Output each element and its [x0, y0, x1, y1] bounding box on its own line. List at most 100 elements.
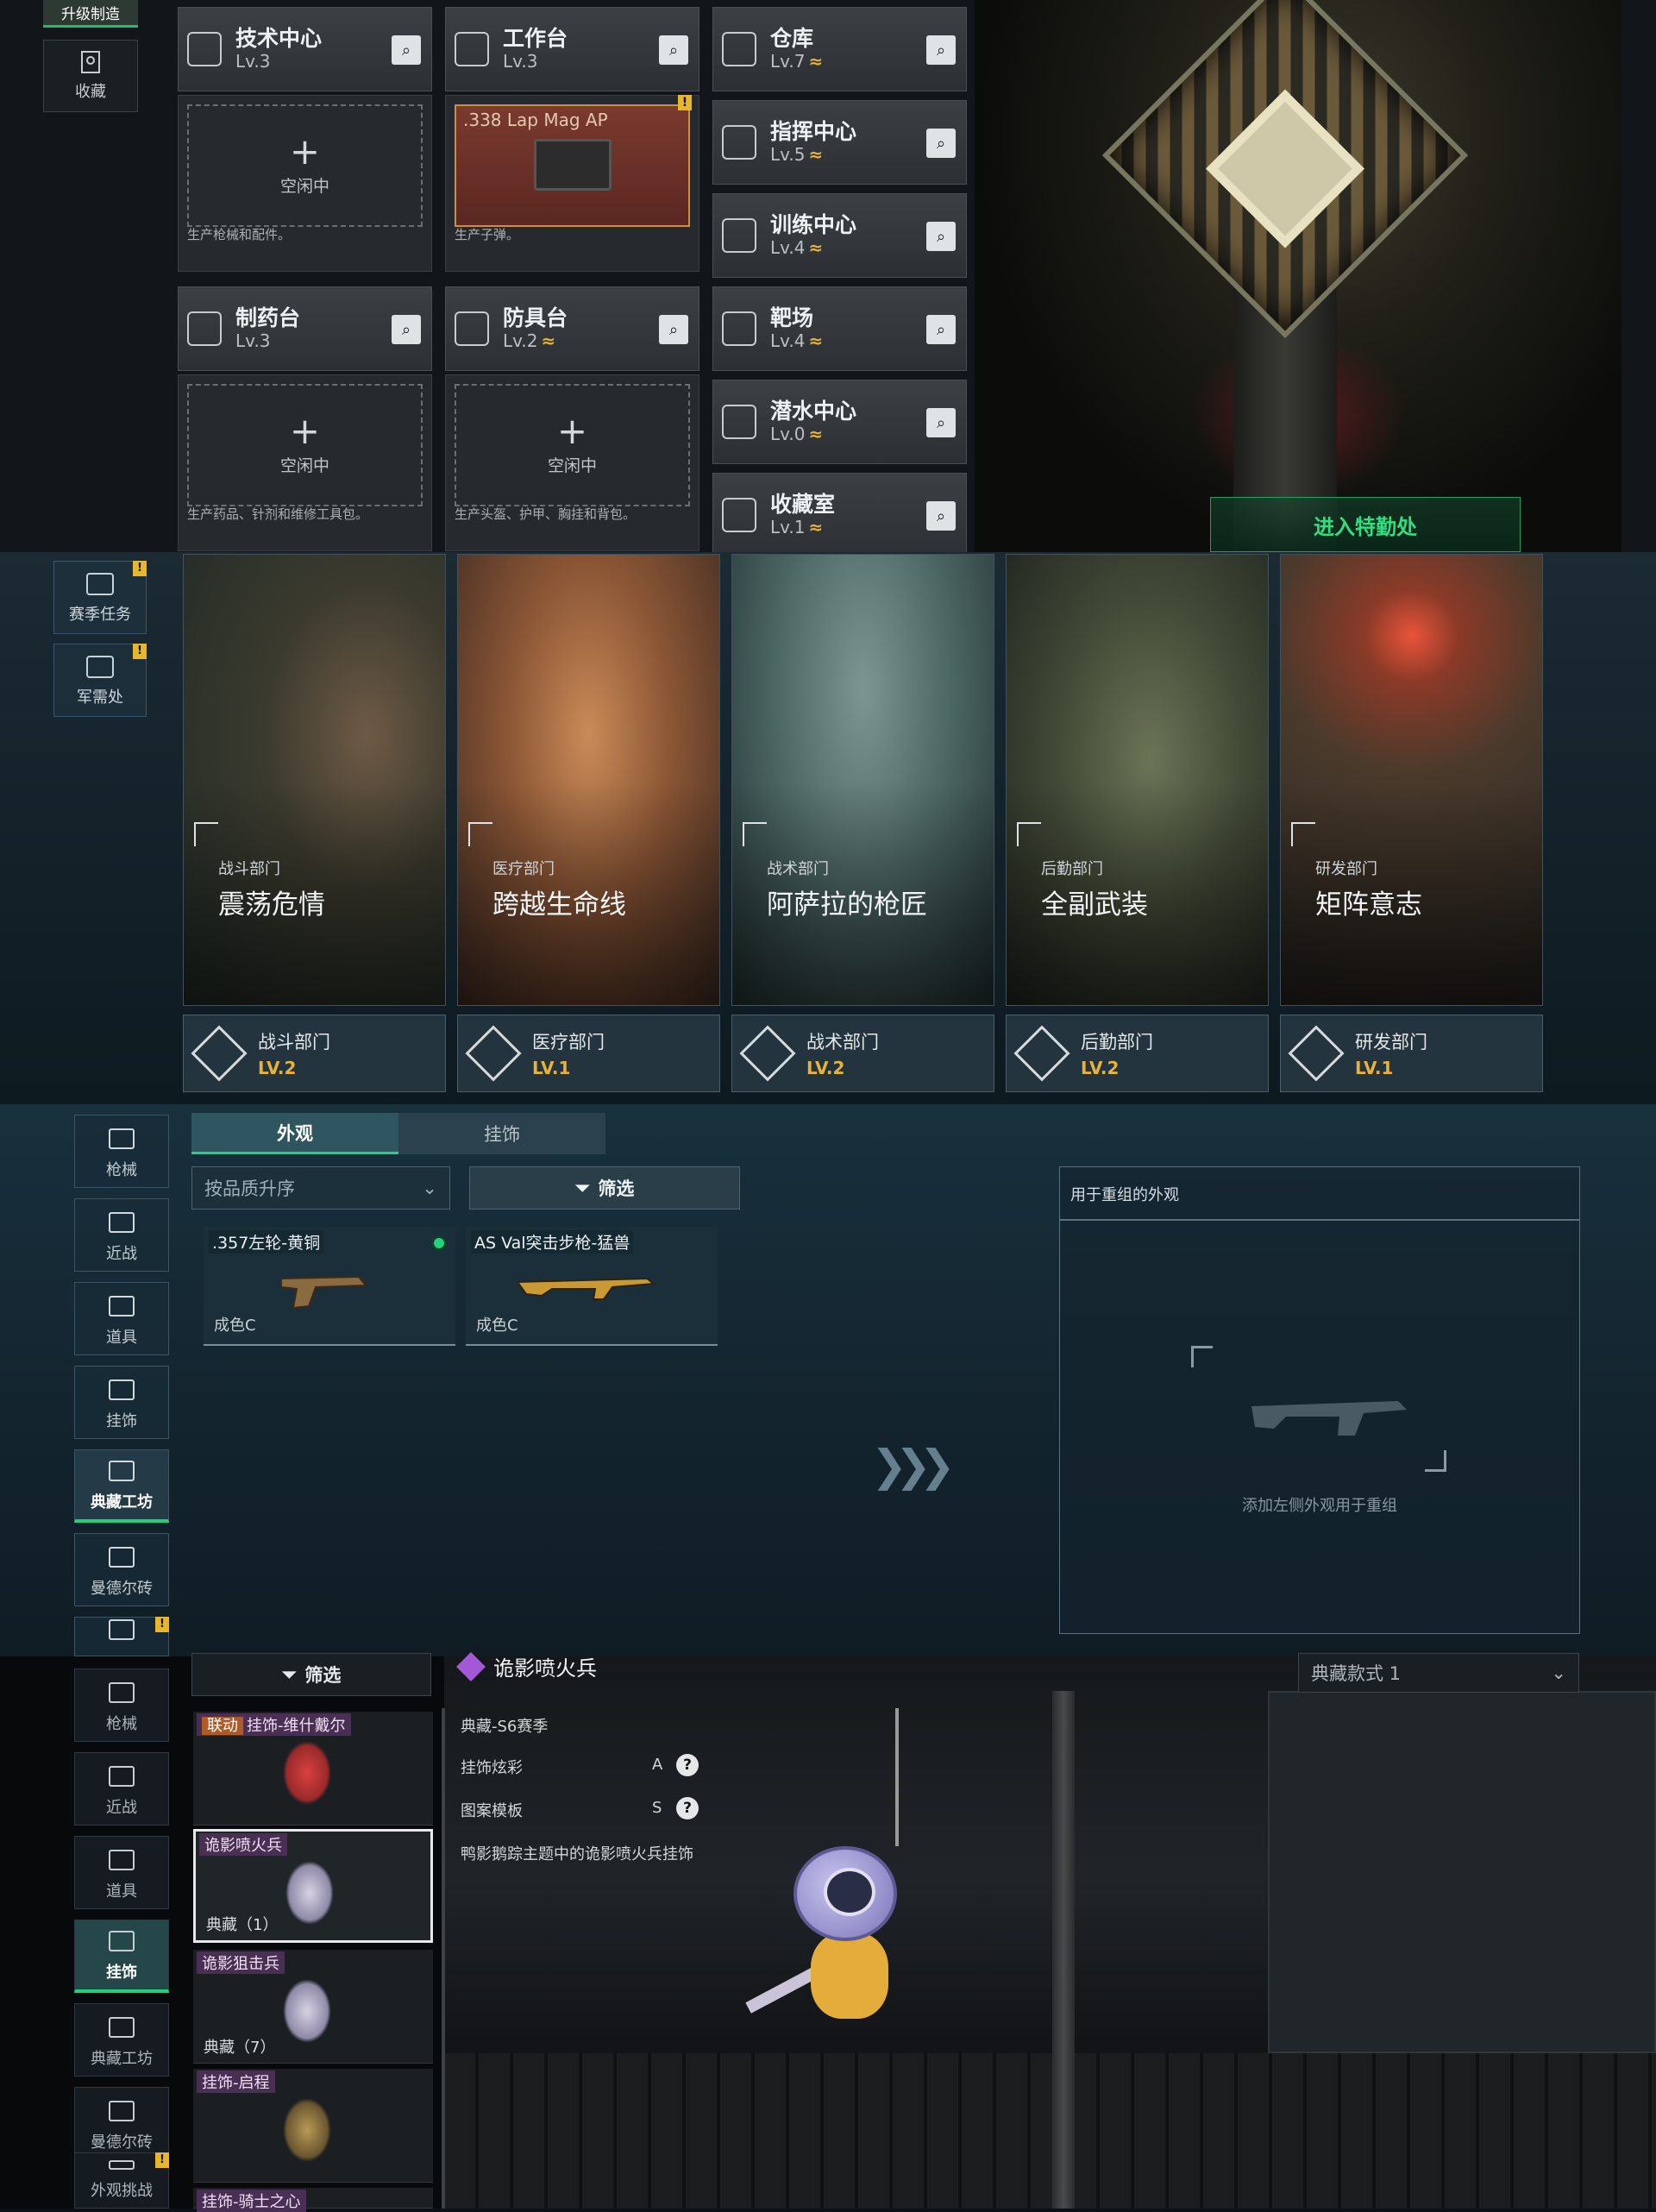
nav-items[interactable]: 道具 — [74, 1282, 169, 1355]
season-tasks-button[interactable]: 赛季任务 ! — [53, 561, 147, 634]
pendant-3d-preview[interactable] — [745, 1708, 914, 2062]
card-title: 震荡危情 — [218, 889, 325, 921]
search-icon[interactable]: ⌕ — [926, 408, 956, 437]
facility-name: 训练中心 — [770, 212, 857, 237]
tab-appearance[interactable]: 外观 — [191, 1113, 398, 1154]
facility-name: 靶场 — [770, 305, 814, 330]
upgrade-arrows-icon: ≈ — [808, 237, 824, 258]
nav-mandel-brick[interactable]: 曼德尔砖 — [74, 1533, 169, 1606]
facility-tech-center[interactable]: 技术中心 Lv.3 ⌕ — [178, 7, 432, 91]
facility-armor-bench[interactable]: 防具台 Lv.2 ≈ ⌕ — [445, 286, 699, 371]
favorites-button[interactable]: 收藏 — [43, 40, 138, 112]
nav-pendants[interactable]: 挂饰 — [74, 1920, 169, 1993]
sort-select[interactable]: 按品质升序 ⌄ — [191, 1166, 450, 1210]
department-combat[interactable]: 战斗部门 LV.2 — [183, 1015, 446, 1092]
warehouse-icon — [722, 32, 756, 66]
nav-mandel-brick[interactable]: 曼德尔砖 — [74, 2087, 169, 2160]
pendant-name: 挂饰-骑士之心 — [197, 2190, 306, 2212]
pendant-image — [283, 2098, 331, 2162]
pendant-image — [283, 1979, 331, 2043]
department-logistics[interactable]: 后勤部门 LV.2 — [1006, 1015, 1269, 1092]
facility-diving-center[interactable]: 潜水中心 Lv.0 ≈ ⌕ — [712, 380, 967, 464]
help-icon[interactable]: ? — [676, 1754, 699, 1776]
search-icon[interactable]: ⌕ — [659, 315, 688, 344]
tab-pendant[interactable]: 挂饰 — [398, 1113, 605, 1154]
nav-melee[interactable]: 近战 — [74, 1198, 169, 1272]
rifle-silhouette-icon — [1251, 1401, 1407, 1436]
nav-firearms[interactable]: 枪械 — [74, 1115, 169, 1188]
search-icon[interactable]: ⌕ — [926, 222, 956, 251]
selected-indicator — [431, 1235, 447, 1251]
quartermaster-button[interactable]: 军需处 ! — [53, 644, 147, 717]
facility-shooting-range[interactable]: 靶场 Lv.4 ≈ ⌕ — [712, 286, 967, 371]
department-research[interactable]: 研发部门 LV.1 — [1280, 1015, 1543, 1092]
production-slot-pharmacy[interactable]: + 空闲中 生产药品、针剂和维修工具包。 — [178, 374, 432, 551]
pendant-item[interactable]: 诡影狙击兵 典藏（7） — [193, 1950, 433, 2064]
department-tactical[interactable]: 战术部门 LV.2 — [731, 1015, 994, 1092]
event-card-tactical[interactable]: 战术部门 阿萨拉的枪匠 — [731, 554, 994, 1006]
production-slot-workbench[interactable]: .338 Lap Mag AP ! 生产子弹。 — [445, 95, 699, 272]
search-icon[interactable]: ⌕ — [926, 315, 956, 344]
nav-label: 道具 — [106, 1329, 137, 1347]
card-department: 战斗部门 — [218, 860, 280, 878]
skin-card[interactable]: AS Val突击步枪-猛兽 成色C — [466, 1227, 718, 1346]
filter-icon: ⏷ — [281, 1663, 297, 1685]
event-card-logistics[interactable]: 后勤部门 全副武装 — [1006, 554, 1269, 1006]
workshop-icon — [109, 1461, 135, 1481]
nav-appearance-challenge[interactable]: 外观挑战! — [74, 2152, 169, 2209]
drop-frame[interactable] — [1189, 1344, 1448, 1474]
facility-workbench[interactable]: 工作台 Lv.3 ⌕ — [445, 7, 699, 91]
search-icon[interactable]: ⌕ — [659, 35, 688, 65]
search-icon[interactable]: ⌕ — [926, 501, 956, 531]
nav-melee[interactable]: 近战 — [74, 1752, 169, 1826]
production-slot-armor[interactable]: + 空闲中 生产头盔、护甲、胸挂和背包。 — [445, 374, 699, 551]
search-icon[interactable]: ⌕ — [392, 35, 421, 65]
pendant-name: 诡影喷火兵 — [199, 1833, 287, 1856]
info-value: S — [652, 1799, 662, 1817]
slot-description: 生产头盔、护甲、胸挂和背包。 — [455, 506, 637, 522]
filter-button[interactable]: ⏷ 筛选 — [469, 1166, 740, 1210]
info-label: 典藏-S6赛季 — [461, 1718, 549, 1736]
facility-pharmacy[interactable]: 制药台 Lv.3 ⌕ — [178, 286, 432, 371]
nav-label: 外观挑战 — [91, 2182, 153, 2200]
search-icon[interactable]: ⌕ — [926, 35, 956, 65]
nav-label: 挂饰 — [106, 1964, 137, 1982]
variant-select[interactable]: 典藏款式 1 ⌄ — [1298, 1653, 1579, 1693]
nav-collection-workshop[interactable]: 典藏工坊 — [74, 1449, 169, 1523]
nav-collection-workshop[interactable]: 典藏工坊 — [74, 2003, 169, 2077]
scrollbar[interactable] — [442, 1708, 445, 2209]
pendant-item[interactable]: 挂饰-骑士之心 — [193, 2188, 433, 2212]
nav-firearms[interactable]: 枪械 — [74, 1668, 169, 1742]
enter-special-ops-button[interactable]: 进入特勤处 — [1210, 497, 1521, 552]
event-card-research[interactable]: 研发部门 矩阵意志 — [1280, 554, 1543, 1006]
nav-items[interactable]: 道具 — [74, 1836, 169, 1909]
filter-button[interactable]: ⏷ 筛选 — [191, 1653, 431, 1696]
dept-name: 战术部门 — [806, 1032, 879, 1053]
warning-badge: ! — [155, 2152, 169, 2168]
skin-card[interactable]: .357左轮-黄铜 成色C — [204, 1227, 455, 1346]
recombine-panel[interactable]: 用于重组的外观 添加左侧外观用于重组 — [1059, 1166, 1580, 1634]
facility-training-center[interactable]: 训练中心 Lv.4 ≈ ⌕ — [712, 193, 967, 278]
facility-warehouse[interactable]: 仓库 Lv.7 ≈ ⌕ — [712, 7, 967, 91]
nav-pendants[interactable]: 挂饰 — [74, 1366, 169, 1439]
production-slot-tech[interactable]: + 空闲中 生产枪械和配件。 — [178, 95, 432, 272]
nav-label: 挂饰 — [106, 1412, 137, 1430]
facility-collection-room[interactable]: 收藏室 Lv.1 ≈ ⌕ — [712, 473, 967, 552]
event-card-combat[interactable]: 战斗部门 震荡危情 — [183, 554, 446, 1006]
search-icon[interactable]: ⌕ — [392, 315, 421, 344]
pendant-item-selected[interactable]: 诡影喷火兵 典藏（1） — [193, 1829, 433, 1943]
pendant-item[interactable]: 挂饰-启程 — [193, 2069, 433, 2183]
info-season: 典藏-S6赛季 — [461, 1714, 548, 1737]
nav-appearance-challenge[interactable]: ! — [74, 1617, 169, 1656]
help-icon[interactable]: ? — [676, 1797, 699, 1819]
quartermaster-icon — [86, 656, 114, 678]
department-medical[interactable]: 医疗部门 LV.1 — [457, 1015, 720, 1092]
facility-command-center[interactable]: 指挥中心 Lv.5 ≈ ⌕ — [712, 100, 967, 185]
research-dept-icon — [1288, 1025, 1345, 1082]
event-card-medical[interactable]: 医疗部门 跨越生命线 — [457, 554, 720, 1006]
pendant-item[interactable]: 联动 挂饰-维什戴尔 — [193, 1712, 433, 1826]
nav-label: 枪械 — [106, 1161, 137, 1179]
recombine-title: 用于重组的外观 — [1070, 1186, 1179, 1204]
upgrade-tab[interactable]: 升级制造 — [43, 0, 138, 28]
search-icon[interactable]: ⌕ — [926, 129, 956, 158]
